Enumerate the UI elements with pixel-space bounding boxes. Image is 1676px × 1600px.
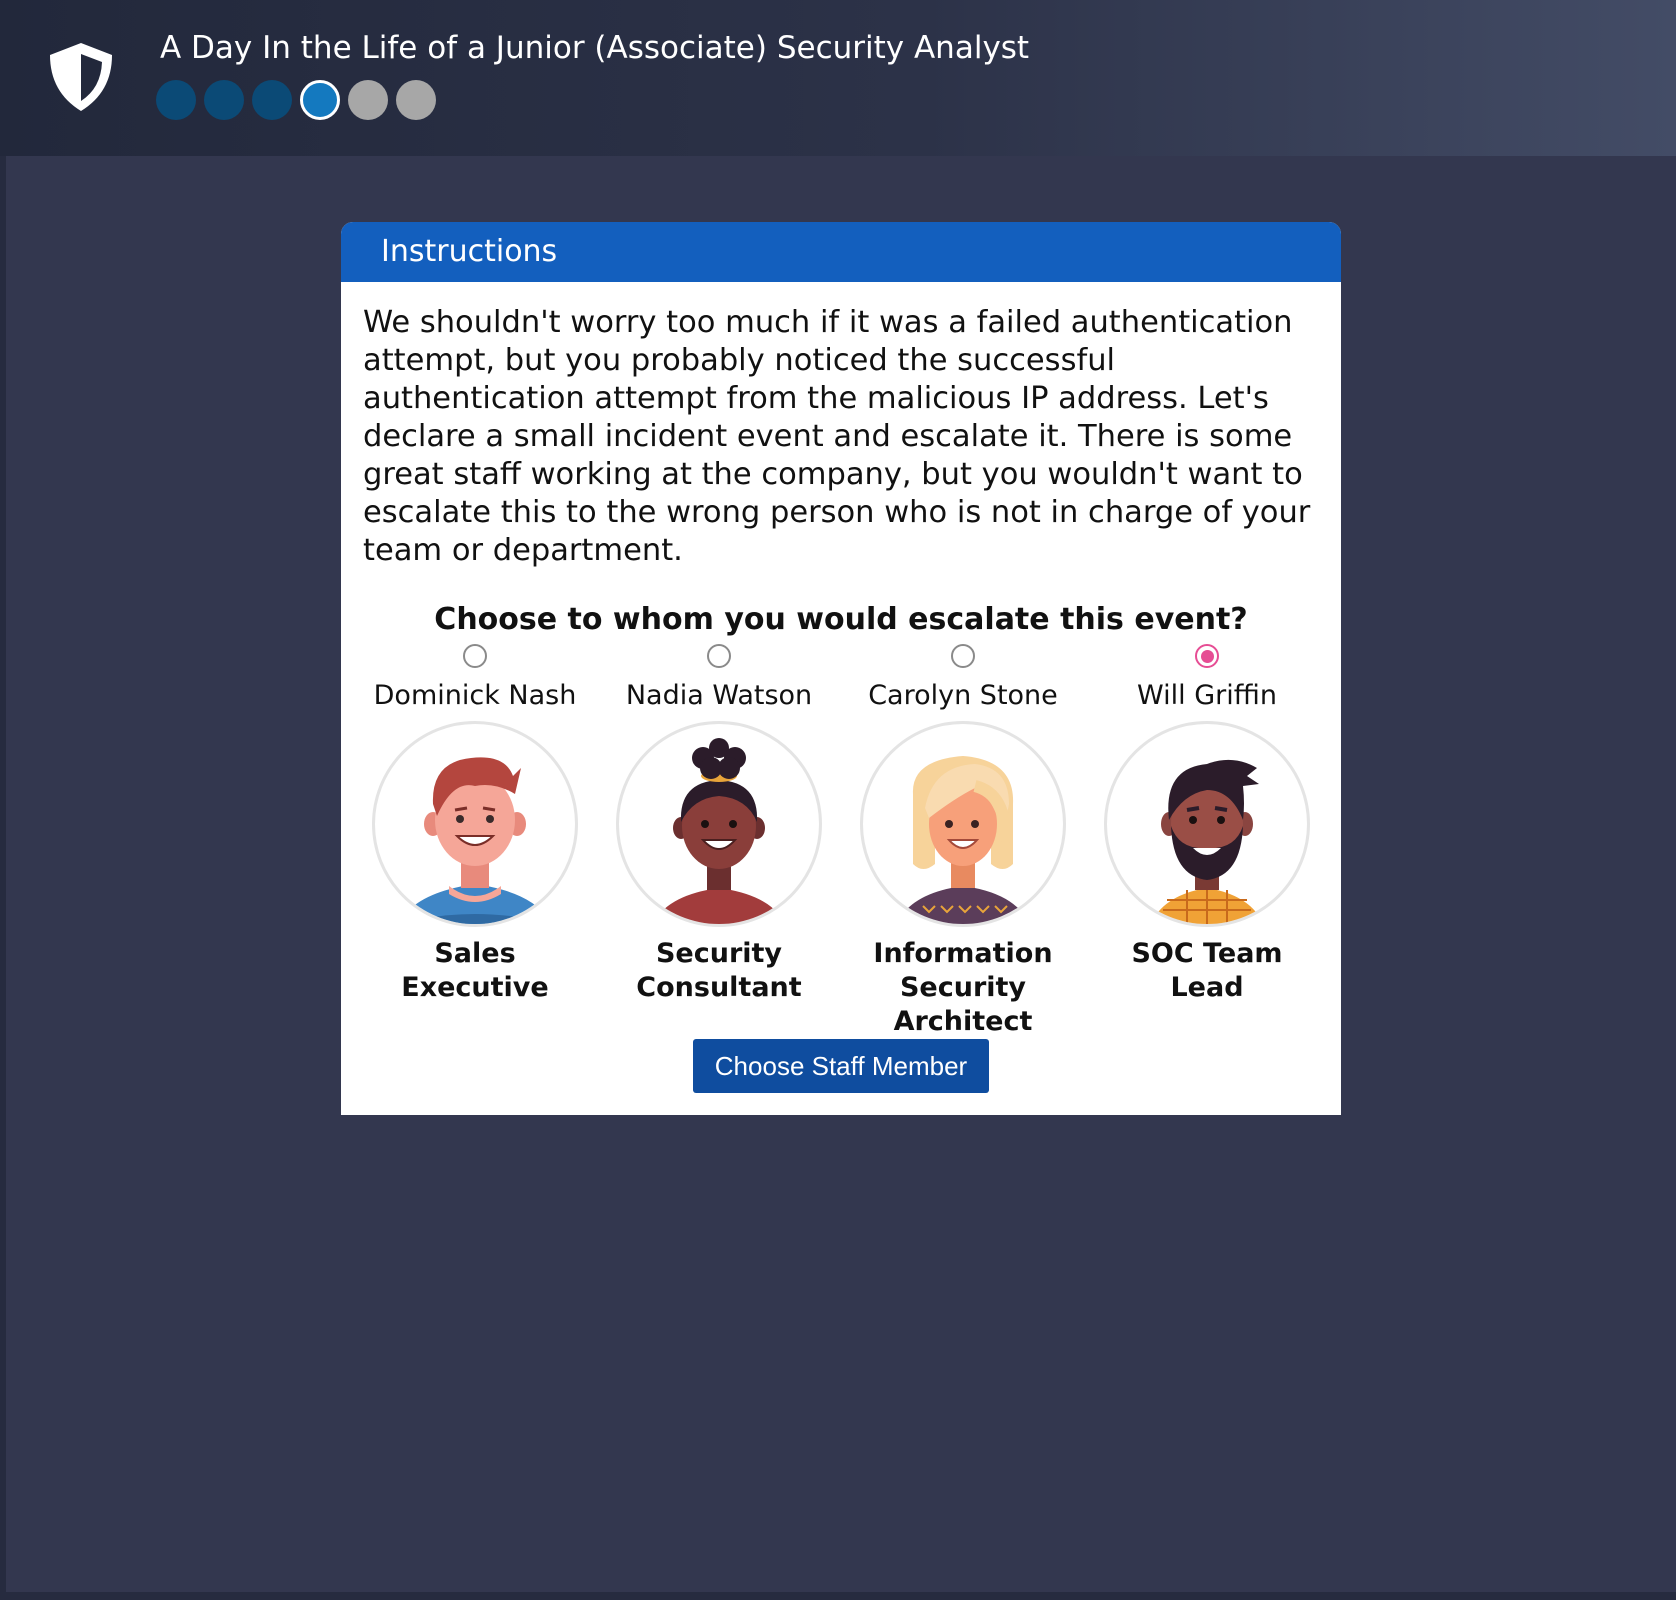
progress-dots <box>156 80 436 120</box>
radio-button[interactable] <box>951 644 975 668</box>
card-header: Instructions <box>341 222 1341 282</box>
radio-button[interactable] <box>707 644 731 668</box>
staff-option-carolyn-stone[interactable]: Carolyn Stone Information Security Archi… <box>841 644 1085 1039</box>
question-heading: Choose to whom you would escalate this e… <box>434 602 1248 637</box>
avatar <box>616 721 822 927</box>
instructions-text: We shouldn't worry too much if it was a … <box>363 305 1311 568</box>
staff-role: Security Consultant <box>636 938 802 1003</box>
staff-role: Information Security Architect <box>873 938 1053 1037</box>
avatar <box>860 721 1066 927</box>
choose-staff-member-button[interactable]: Choose Staff Member <box>693 1039 989 1093</box>
radio-button-selected[interactable] <box>1195 644 1219 668</box>
woman-hair-bun-avatar-icon <box>652 738 786 924</box>
avatar <box>372 721 578 927</box>
woman-blonde-avatar-icon <box>896 756 1030 924</box>
top-bar: A Day In the Life of a Junior (Associate… <box>0 0 1676 156</box>
staff-name: Carolyn Stone <box>868 680 1058 711</box>
left-edge <box>0 156 6 1600</box>
bearded-man-avatar-icon <box>1150 759 1264 924</box>
progress-dot-2[interactable] <box>204 80 244 120</box>
radio-button[interactable] <box>463 644 487 668</box>
app-title: A Day In the Life of a Junior (Associate… <box>160 30 1030 66</box>
staff-name: Nadia Watson <box>625 680 813 711</box>
progress-dot-6[interactable] <box>396 80 436 120</box>
staff-option-dominick-nash[interactable]: Dominick Nash Sales Executive <box>353 644 597 1039</box>
man-red-hair-avatar-icon <box>398 757 552 924</box>
staff-option-will-griffin[interactable]: Will Griffin SOC Team Lead <box>1085 644 1329 1039</box>
progress-dot-4[interactable] <box>300 80 340 120</box>
instructions-card: Instructions We shouldn't worry too much… <box>341 222 1341 1115</box>
staff-option-nadia-watson[interactable]: Nadia Watson Security Consultant <box>597 644 841 1039</box>
bottom-edge <box>0 1592 1676 1600</box>
progress-dot-3[interactable] <box>252 80 292 120</box>
progress-dot-1[interactable] <box>156 80 196 120</box>
staff-role: Sales Executive <box>401 938 549 1003</box>
staff-name: Dominick Nash <box>373 680 577 711</box>
shield-icon <box>50 43 112 111</box>
avatar <box>1104 721 1310 927</box>
staff-name: Will Griffin <box>1137 680 1277 711</box>
staff-options: Dominick Nash Sales Executive Nadia Wats… <box>341 644 1341 1039</box>
staff-role: SOC Team Lead <box>1131 938 1283 1003</box>
progress-dot-5[interactable] <box>348 80 388 120</box>
